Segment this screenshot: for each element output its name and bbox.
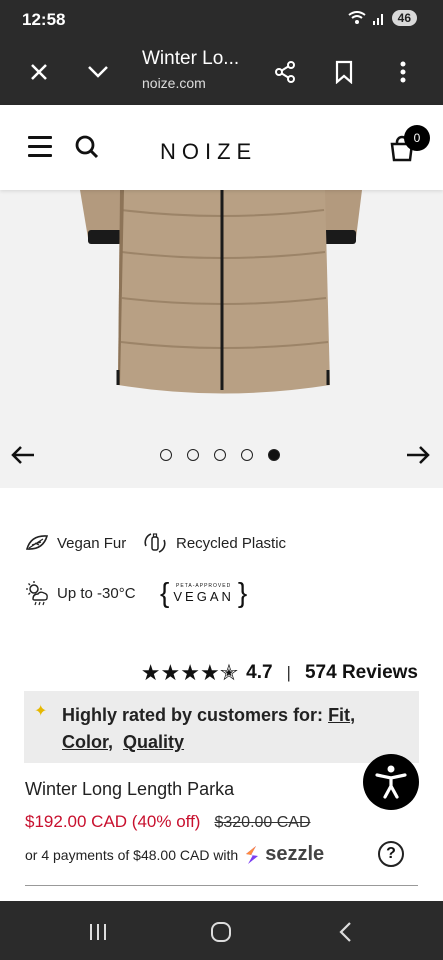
browser-url[interactable]: noize.com bbox=[142, 75, 206, 91]
sezzle-icon bbox=[246, 845, 259, 864]
highly-rated-text: Highly rated by customers for: Fit, Colo… bbox=[62, 705, 356, 752]
arrow-left-icon bbox=[11, 446, 34, 464]
menu-button[interactable] bbox=[28, 136, 52, 158]
badge-brace-icon: } bbox=[237, 577, 248, 608]
more-options-button[interactable] bbox=[383, 52, 423, 92]
rated-link-quality[interactable]: Quality bbox=[123, 732, 184, 752]
menu-icon-bar bbox=[28, 145, 52, 148]
sezzle-logo[interactable]: sezzle bbox=[242, 843, 324, 866]
recent-apps-button[interactable] bbox=[86, 920, 110, 944]
badge-title: VEGAN bbox=[173, 588, 234, 604]
feature-label: Recycled Plastic bbox=[176, 534, 287, 552]
accessibility-button[interactable] bbox=[363, 754, 419, 810]
review-count-link[interactable]: 574 Reviews bbox=[305, 662, 418, 684]
weather-icon bbox=[26, 581, 48, 606]
bookmark-icon bbox=[335, 60, 353, 84]
close-icon bbox=[31, 64, 47, 80]
status-bar: 12:58 46 bbox=[0, 0, 443, 38]
rated-link-fit[interactable]: Fit bbox=[328, 705, 350, 725]
recycle-bottle-icon bbox=[144, 533, 166, 553]
help-button[interactable]: ? bbox=[378, 841, 404, 867]
close-tab-button[interactable] bbox=[19, 52, 59, 92]
back-icon bbox=[339, 922, 351, 942]
sparkle-icon: ✦ bbox=[34, 703, 48, 720]
more-vert-icon bbox=[400, 61, 406, 83]
pagination-dot-active[interactable] bbox=[268, 449, 280, 461]
home-icon bbox=[211, 922, 231, 942]
product-image bbox=[0, 190, 443, 488]
rating-summary[interactable]: ★★★★✭ 4.7 | 574 Reviews bbox=[141, 660, 418, 686]
leaf-icon bbox=[25, 535, 49, 550]
rating-value: 4.7 bbox=[246, 662, 273, 683]
installments-text: or 4 payments of $48.00 CAD with bbox=[25, 846, 239, 863]
pagination-dot[interactable] bbox=[160, 449, 172, 461]
feature-label: Vegan Fur bbox=[57, 534, 127, 552]
site-header: NOIZE bbox=[0, 105, 443, 190]
price-row: $192.00 CAD (40% off) $320.00 CAD bbox=[25, 812, 311, 832]
original-price: $320.00 CAD bbox=[214, 814, 311, 831]
recent-apps-icon bbox=[90, 924, 106, 940]
previous-image-button[interactable] bbox=[10, 440, 40, 470]
product-name: Winter Long Length Parka bbox=[25, 779, 235, 799]
feature-label: Up to -30°C bbox=[57, 584, 136, 602]
peta-vegan-badge: { PETA-APPROVED VEGAN } bbox=[160, 578, 247, 608]
highly-rated-box: ✦ Highly rated by customers for: Fit, Co… bbox=[24, 691, 419, 763]
signal-icon bbox=[372, 14, 383, 25]
accessibility-icon bbox=[375, 765, 407, 799]
pagination-dot[interactable] bbox=[187, 449, 199, 461]
pagination-dot[interactable] bbox=[214, 449, 226, 461]
feature-temperature: Up to -30°C bbox=[25, 580, 136, 606]
search-icon bbox=[75, 135, 99, 159]
menu-icon-bar bbox=[28, 154, 52, 157]
gallery-pagination bbox=[160, 449, 280, 461]
feature-recycled-plastic: Recycled Plastic bbox=[142, 530, 286, 556]
rating-stars: ★★★★✭ bbox=[140, 660, 239, 685]
browser-toolbar: Winter Lo... noize.com bbox=[0, 38, 443, 105]
rating-separator: | bbox=[286, 663, 291, 682]
section-divider bbox=[25, 885, 418, 886]
next-image-button[interactable] bbox=[405, 440, 435, 470]
bookmark-button[interactable] bbox=[324, 52, 364, 92]
sezzle-wordmark: sezzle bbox=[265, 843, 325, 865]
site-logo[interactable]: NOIZE bbox=[160, 139, 257, 165]
pagination-dot[interactable] bbox=[241, 449, 253, 461]
share-button[interactable] bbox=[265, 52, 305, 92]
feature-vegan-fur: Vegan Fur bbox=[25, 533, 126, 553]
product-gallery[interactable] bbox=[0, 190, 443, 488]
arrow-right-icon bbox=[407, 446, 430, 464]
collapse-button[interactable] bbox=[78, 52, 118, 92]
cart-count-badge: 0 bbox=[404, 125, 430, 151]
browser-title[interactable]: Winter Lo... bbox=[142, 48, 239, 70]
highly-rated-lead: Highly rated by customers for: bbox=[62, 705, 329, 725]
system-nav-bar bbox=[0, 901, 443, 960]
status-icons: 46 bbox=[348, 10, 417, 26]
question-mark-icon: ? bbox=[386, 845, 396, 862]
chevron-down-icon bbox=[88, 66, 108, 78]
home-button[interactable] bbox=[209, 920, 233, 944]
search-button[interactable] bbox=[74, 134, 102, 162]
share-icon bbox=[275, 61, 295, 83]
menu-icon-bar bbox=[28, 136, 52, 139]
wifi-icon bbox=[348, 11, 366, 24]
installments-info: or 4 payments of $48.00 CAD with sezzle bbox=[25, 843, 324, 866]
status-time: 12:58 bbox=[22, 10, 66, 29]
badge-brace-icon: { bbox=[160, 577, 170, 608]
sale-price: $192.00 CAD (40% off) bbox=[25, 812, 201, 831]
battery-badge: 46 bbox=[391, 10, 417, 26]
back-button[interactable] bbox=[334, 920, 358, 944]
rated-link-color[interactable]: Color bbox=[62, 732, 108, 752]
